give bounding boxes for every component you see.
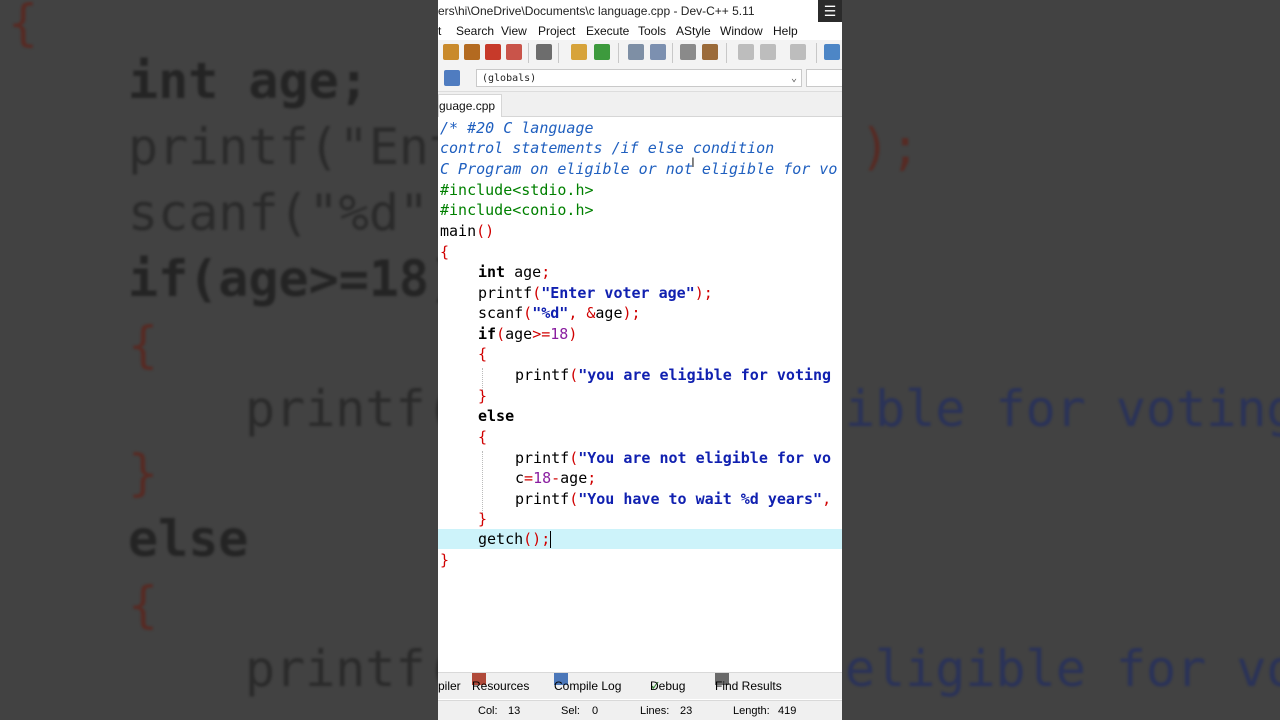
menu-view[interactable]: View: [501, 22, 527, 40]
code-line-17: printf("You are not eligible for vo: [515, 449, 832, 467]
toolbar-separator: [618, 43, 619, 63]
code-line-9: printf("Enter voter age");: [478, 284, 713, 302]
toolbar-separator: [528, 43, 529, 63]
code-line-1: /* #20 C language: [440, 119, 594, 137]
menu-tools[interactable]: Tools: [638, 22, 666, 40]
code-line-11: if(age>=18): [478, 325, 578, 343]
code-line-8: int age;: [478, 263, 551, 281]
devcpp-window: ers\hi\OneDrive\Documents\c language.cpp…: [438, 0, 842, 720]
print-icon[interactable]: [536, 44, 552, 60]
code-line-20: }: [478, 510, 488, 528]
find-icon[interactable]: [628, 44, 644, 60]
code-line-13: printf("you are eligible for voting: [515, 366, 832, 384]
hamburger-icon[interactable]: ☰: [818, 0, 842, 22]
undo-icon[interactable]: [571, 44, 587, 60]
code-line-5: #include<conio.h>: [440, 201, 594, 219]
scope-dropdown[interactable]: (globals) ⌄: [476, 69, 802, 87]
status-lines-label: Lines:: [640, 705, 670, 717]
code-line-12: {: [478, 345, 488, 363]
toolbar-separator: [558, 43, 559, 63]
close-all-icon[interactable]: [506, 44, 522, 60]
code-line-21: getch();: [478, 530, 552, 548]
main-toolbar: [438, 40, 842, 66]
toolbar-separator: [726, 43, 727, 63]
class-toolbar: (globals) ⌄: [438, 66, 842, 92]
status-col-value: 13: [508, 705, 521, 717]
menu-edit[interactable]: t: [438, 22, 441, 40]
toolbar-separator: [672, 43, 673, 63]
status-length-value: 419: [778, 705, 797, 717]
code-editor[interactable]: I /* #20 C language control statements /…: [438, 118, 842, 670]
code-line-16: {: [478, 428, 488, 446]
menu-window[interactable]: Window: [720, 22, 763, 40]
save-icon[interactable]: [443, 44, 459, 60]
tab-compile-log-label: Compile Log: [554, 679, 622, 693]
save-all-icon[interactable]: [464, 44, 480, 60]
text-caret: [550, 531, 552, 548]
status-bar: Col: 13 Sel: 0 Lines: 23 Length: 419: [438, 700, 842, 720]
tab-c-language-cpp[interactable]: guage.cpp: [438, 94, 503, 117]
title-bar: ers\hi\OneDrive\Documents\c language.cpp…: [438, 0, 842, 22]
status-sel-value: 0: [592, 705, 599, 717]
status-sel-label: Sel:: [561, 705, 580, 717]
window-title: ers\hi\OneDrive\Documents\c language.cpp…: [438, 4, 755, 18]
code-line-10: scanf("%d", &age);: [478, 304, 641, 322]
member-dropdown[interactable]: [806, 69, 842, 87]
file-tabs: guage.cpp: [438, 92, 842, 117]
code-line-6: main(): [440, 222, 495, 240]
tab-debug-label: Debug: [650, 679, 686, 693]
status-lines-value: 23: [680, 705, 693, 717]
replace-icon[interactable]: [650, 44, 666, 60]
bottom-panel-tabs: piler Resources Compile Log ✓ Debug Find …: [438, 672, 842, 699]
status-length-label: Length:: [733, 705, 770, 717]
menu-bar: t Search View Project Execute Tools ASty…: [438, 22, 842, 40]
code-line-22: }: [440, 551, 450, 569]
scope-value: (globals): [482, 73, 537, 84]
menu-execute[interactable]: Execute: [586, 22, 629, 40]
tab-resources-label: Resources: [472, 679, 530, 693]
code-line-19: printf("You have to wait %d years",: [515, 490, 832, 508]
tab-compiler[interactable]: piler: [438, 673, 461, 699]
indent-icon[interactable]: [738, 44, 754, 60]
close-file-icon[interactable]: [485, 44, 501, 60]
menu-search[interactable]: Search: [456, 22, 494, 40]
code-line-2: control statements /if else condition: [440, 139, 775, 157]
toolbar-separator: [816, 43, 817, 63]
class-browser-icon[interactable]: [444, 70, 460, 86]
redo-icon[interactable]: [594, 44, 610, 60]
status-col-label: Col:: [478, 705, 498, 717]
chevron-down-icon: ⌄: [790, 73, 797, 84]
menu-astyle[interactable]: AStyle: [676, 22, 711, 40]
toggle-comment-icon[interactable]: [790, 44, 806, 60]
code-line-14: }: [478, 387, 488, 405]
background-dim-left: [0, 0, 438, 720]
code-line-15: else: [478, 407, 515, 425]
code-line-3: C Program on eligible or not eligible fo…: [440, 160, 838, 178]
code-line-7: {: [440, 243, 450, 261]
background-dim-right: [842, 0, 1280, 720]
goto-line-icon[interactable]: [680, 44, 696, 60]
unindent-icon[interactable]: [760, 44, 776, 60]
code-line-18: c=18-age;: [515, 469, 597, 487]
new-project-icon[interactable]: [824, 44, 840, 60]
bookmark-icon[interactable]: [702, 44, 718, 60]
menu-help[interactable]: Help: [773, 22, 798, 40]
tab-find-results-label: Find Results: [715, 679, 782, 693]
code-line-4: #include<stdio.h>: [440, 181, 594, 199]
menu-project[interactable]: Project: [538, 22, 575, 40]
